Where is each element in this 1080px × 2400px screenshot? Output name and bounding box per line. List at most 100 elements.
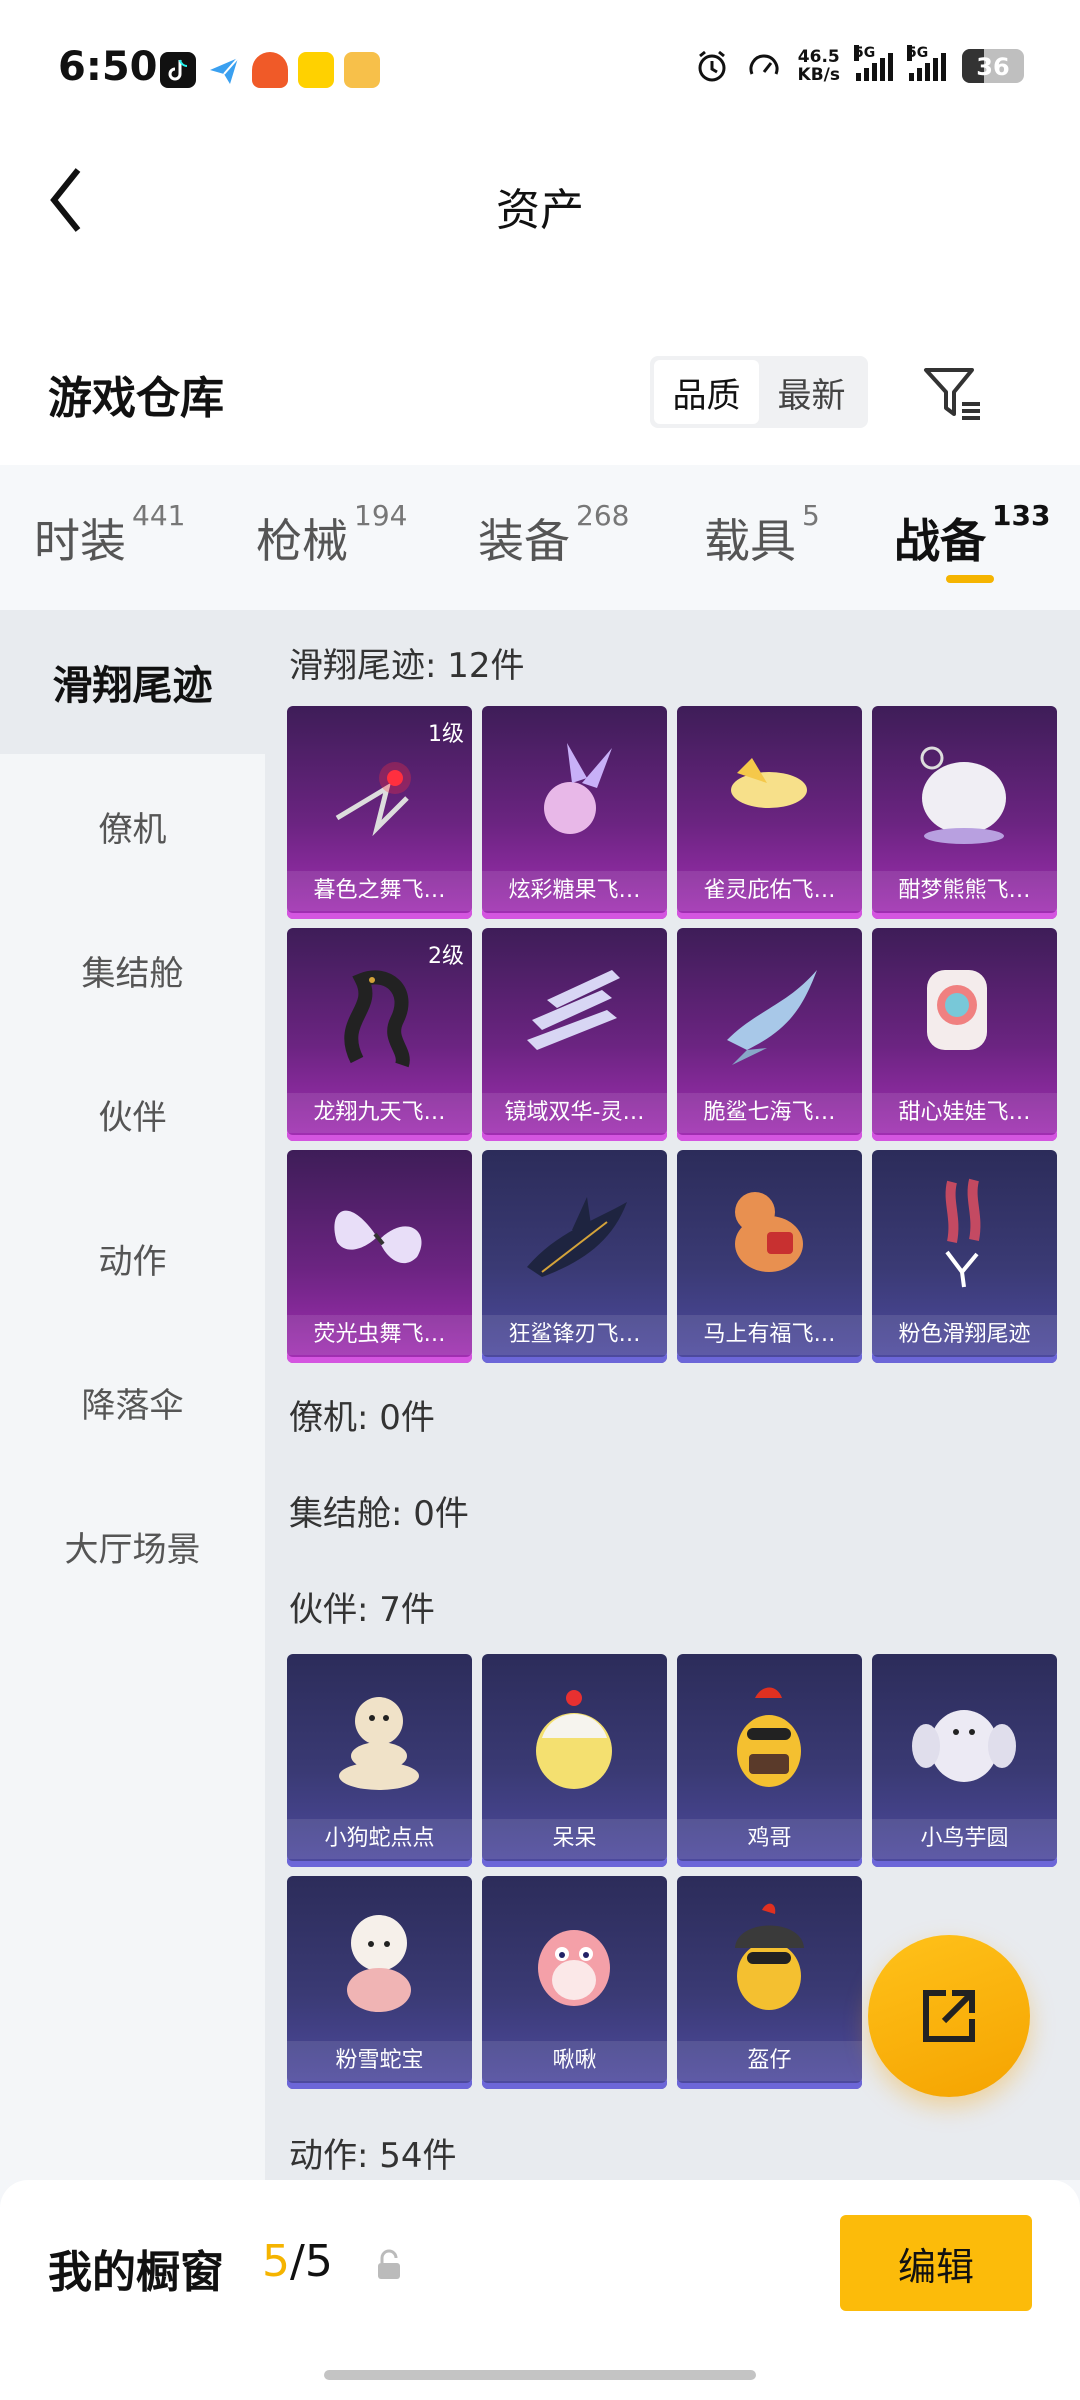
item-card[interactable]: 盔仔	[677, 1876, 862, 2089]
item-name: 小鸟芋圆	[872, 1819, 1057, 1859]
status-bar: 6:50 46.5 KB/s 5G 5G 36	[0, 0, 1080, 140]
rooster-art-icon	[737, 1687, 801, 1787]
tab-equipment[interactable]: 装备 268	[478, 499, 629, 571]
item-card[interactable]: 粉色滑翔尾迹	[872, 1150, 1057, 1363]
share-button[interactable]	[868, 1935, 1030, 2097]
item-name: 荧光虫舞飞…	[287, 1315, 472, 1355]
filter-button[interactable]	[920, 360, 986, 426]
home-indicator[interactable]	[324, 2370, 756, 2380]
paper-plane-icon	[206, 52, 242, 88]
showcase-count: 5/5	[262, 2236, 333, 2287]
item-card[interactable]: 啾啾	[482, 1876, 667, 2089]
share-icon	[923, 1990, 975, 2042]
snake-pet-art-icon	[339, 1697, 419, 1790]
item-name: 呆呆	[482, 1819, 667, 1859]
tab-count: 194	[354, 499, 408, 532]
tab-battle-gear[interactable]: 战备 133	[894, 499, 1050, 571]
bird-art-icon	[912, 1710, 1016, 1782]
item-name: 啾啾	[482, 2041, 667, 2081]
item-name: 粉色滑翔尾迹	[872, 1315, 1057, 1355]
item-card[interactable]: 脆鲨七海飞…	[677, 928, 862, 1141]
tab-count: 441	[132, 499, 186, 532]
tiktok-icon	[160, 52, 196, 88]
section-title-wingman: 僚机: 0件	[289, 1398, 435, 1438]
net-speed-value: 46.5	[797, 47, 840, 67]
tab-vehicles[interactable]: 载具 5	[704, 499, 820, 571]
item-card[interactable]: 炫彩糖果飞…	[482, 706, 667, 919]
item-card[interactable]: 呆呆	[482, 1654, 667, 1867]
tab-count: 133	[992, 499, 1051, 532]
section-title-partner: 伙伴: 7件	[289, 1590, 435, 1630]
glide-trail-art-icon	[335, 762, 411, 837]
side-nav: 滑翔尾迹 僚机 集结舱 伙伴 动作 降落伞 大厅场景	[0, 610, 265, 2180]
tab-label: 战备	[894, 514, 986, 568]
side-item-rally-pod[interactable]: 集结舱	[0, 898, 265, 1042]
signal-1-icon: 5G	[854, 45, 893, 81]
edit-button[interactable]: 编辑	[840, 2215, 1032, 2311]
item-name: 甜心娃娃飞…	[872, 1093, 1057, 1133]
net-speed: 46.5 KB/s	[798, 48, 840, 84]
showcase-current: 5	[262, 2236, 290, 2287]
alarm-icon	[698, 50, 726, 82]
showcase-label: 我的橱窗	[48, 2247, 224, 2298]
helmet-chick-art-icon	[735, 1903, 804, 2010]
butterfly-art-icon	[334, 1210, 422, 1264]
item-name: 酣梦熊熊飞…	[872, 871, 1057, 911]
tab-count: 5	[802, 499, 820, 532]
shark-art-icon	[727, 970, 817, 1065]
item-card[interactable]: 荧光虫舞飞…	[287, 1150, 472, 1363]
warehouse-title: 游戏仓库	[48, 373, 224, 424]
tab-count: 268	[576, 499, 630, 532]
item-card[interactable]: 2级 龙翔九天飞…	[287, 928, 472, 1141]
item-card[interactable]: 1级 暮色之舞飞…	[287, 706, 472, 919]
section-title-glide: 滑翔尾迹: 12件	[289, 646, 525, 686]
side-item-glide-trail[interactable]: 滑翔尾迹	[0, 610, 265, 754]
side-item-wingman[interactable]: 僚机	[0, 754, 265, 898]
item-level: 2级	[428, 944, 464, 969]
item-card[interactable]: 小狗蛇点点	[287, 1654, 472, 1867]
signal-2-icon: 5G	[907, 45, 946, 81]
side-item-action[interactable]: 动作	[0, 1186, 265, 1330]
blade-shark-art-icon	[527, 1197, 627, 1277]
app-icon	[252, 52, 288, 88]
item-card[interactable]: 甜心娃娃飞…	[872, 928, 1057, 1141]
status-right: 46.5 KB/s 5G 5G 36	[694, 45, 1024, 84]
item-card[interactable]: 粉雪蛇宝	[287, 1876, 472, 2089]
item-card[interactable]: 小鸟芋圆	[872, 1654, 1057, 1867]
lock-icon	[378, 2249, 400, 2279]
sort-quality-option[interactable]: 品质	[654, 360, 759, 424]
side-item-partner[interactable]: 伙伴	[0, 1042, 265, 1186]
deals-icon	[344, 52, 380, 88]
battery-level: 36	[976, 53, 1010, 81]
item-card[interactable]: 雀灵庇佑飞…	[677, 706, 862, 919]
status-time: 6:50	[58, 44, 158, 90]
dragon-art-icon	[344, 970, 410, 1068]
notification-icons	[160, 52, 380, 88]
tab-guns[interactable]: 枪械 194	[256, 499, 407, 571]
item-card[interactable]: 酣梦熊熊飞…	[872, 706, 1057, 919]
chick-art-icon	[536, 1690, 612, 1789]
item-card[interactable]: 狂鲨锋刃飞…	[482, 1150, 667, 1363]
showcase-total: 5	[304, 2236, 333, 2287]
sort-latest-option[interactable]: 最新	[759, 360, 864, 424]
item-card[interactable]: 马上有福飞…	[677, 1150, 862, 1363]
showcase-separator: /	[290, 2236, 305, 2287]
side-item-lobby-scene[interactable]: 大厅场景	[0, 1474, 265, 1618]
pink-trail-art-icon	[945, 1178, 981, 1288]
item-card[interactable]: 镜域双华-灵…	[482, 928, 667, 1141]
item-name: 粉雪蛇宝	[287, 2041, 472, 2081]
bottom-bar: 我的橱窗 5/5 编辑	[0, 2180, 1080, 2400]
side-item-parachute[interactable]: 降落伞	[0, 1330, 265, 1474]
item-card[interactable]: 鸡哥	[677, 1654, 862, 1867]
pink-snake-art-icon	[347, 1915, 411, 2012]
tab-label: 装备	[478, 514, 570, 568]
item-name: 马上有福飞…	[677, 1315, 862, 1355]
battery-icon: 36	[962, 49, 1024, 83]
net-speed-unit: KB/s	[797, 65, 840, 85]
warehouse-bar: 游戏仓库 品质 最新	[0, 330, 1080, 465]
tab-label: 枪械	[256, 514, 348, 568]
sort-toggle: 品质 最新	[650, 356, 868, 428]
tab-fashion[interactable]: 时装 441	[34, 499, 185, 571]
active-tab-indicator	[946, 575, 994, 583]
item-name: 镜域双华-灵…	[482, 1093, 667, 1133]
